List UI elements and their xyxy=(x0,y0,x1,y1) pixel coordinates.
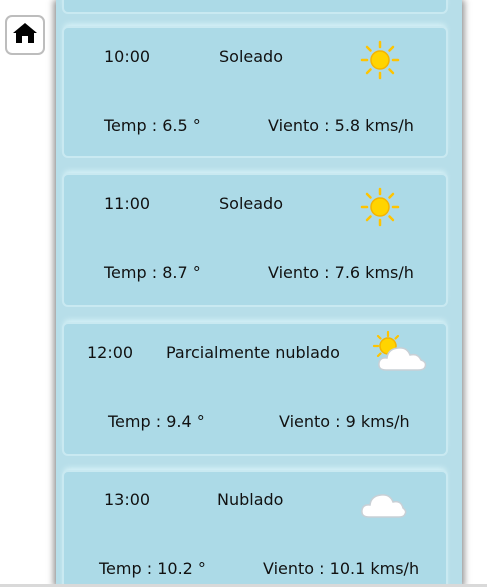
sun-icon xyxy=(360,40,400,84)
forecast-temp: Temp : 6.5 ° xyxy=(104,116,201,135)
forecast-time: 11:00 xyxy=(104,194,151,213)
forecast-condition: Parcialmente nublado xyxy=(166,343,340,362)
forecast-wind: Viento : 5.8 kms/h xyxy=(268,116,414,135)
forecast-card: 10:00 Soleado Temp : 6.5 ° Viento : 5.8 … xyxy=(64,28,446,156)
forecast-wind: Viento : 7.6 kms/h xyxy=(268,263,414,282)
forecast-time: 10:00 xyxy=(104,47,151,66)
forecast-card-partial xyxy=(64,0,446,12)
forecast-temp: Temp : 8.7 ° xyxy=(104,263,201,282)
home-icon xyxy=(12,21,38,49)
home-button[interactable] xyxy=(5,15,45,55)
forecast-card: 11:00 Soleado Temp : 8.7 ° Viento : 7.6 … xyxy=(64,175,446,305)
sun-icon xyxy=(360,187,400,231)
partly-cloudy-icon xyxy=(370,330,428,378)
forecast-time: 13:00 xyxy=(104,490,151,509)
cloud-icon xyxy=(359,486,407,524)
forecast-temp: Temp : 10.2 ° xyxy=(99,559,206,578)
forecast-wind: Viento : 9 kms/h xyxy=(279,412,410,431)
forecast-temp: Temp : 9.4 ° xyxy=(108,412,205,431)
forecast-wind: Viento : 10.1 kms/h xyxy=(263,559,420,578)
hourly-forecast-panel[interactable]: 10:00 Soleado Temp : 6.5 ° Viento : 5.8 … xyxy=(56,0,462,587)
forecast-condition: Soleado xyxy=(219,194,283,213)
forecast-condition: Soleado xyxy=(219,47,283,66)
forecast-card: 12:00 Parcialmente nublado Temp : 9.4 ° … xyxy=(64,324,446,454)
forecast-time: 12:00 xyxy=(87,343,134,362)
forecast-card: 13:00 Nublado Temp : 10.2 ° Viento : 10.… xyxy=(64,472,446,587)
forecast-condition: Nublado xyxy=(217,490,284,509)
